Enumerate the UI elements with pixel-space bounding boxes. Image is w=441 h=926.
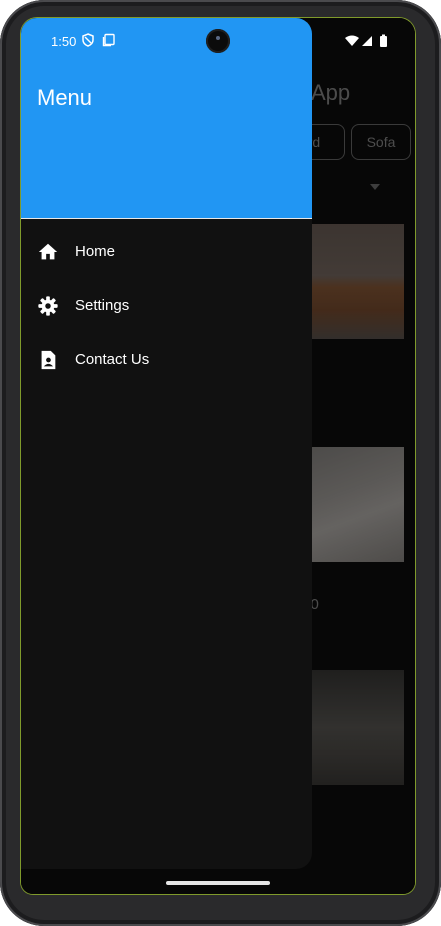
navigation-drawer: 1:50 Menu Home Settings Contact Us [21,18,312,869]
menu-item-settings[interactable]: Settings [21,282,312,332]
shield-icon [81,33,95,47]
contact-card-icon [37,349,59,371]
status-time: 1:50 [51,34,77,49]
screenshot-icon [102,33,116,47]
wifi-icon [345,35,359,46]
drawer-title: Menu [37,85,93,110]
battery-icon [380,34,387,47]
front-camera [206,29,230,53]
menu-item-label: Contact Us [75,351,150,368]
menu-item-contact-us[interactable]: Contact Us [21,336,312,386]
menu-item-home[interactable]: Home [21,228,312,278]
menu-item-label: Home [75,243,116,260]
system-status-icons [344,34,394,53]
menu-item-label: Settings [75,297,130,314]
device-screen: App rd Sofa 0 0.0 0 1:50 [21,18,415,894]
drawer-header: 1:50 Menu [21,18,312,219]
signal-icon [362,36,372,46]
gesture-nav-handle[interactable] [166,881,270,885]
gear-icon [37,295,59,317]
home-icon [37,241,59,263]
